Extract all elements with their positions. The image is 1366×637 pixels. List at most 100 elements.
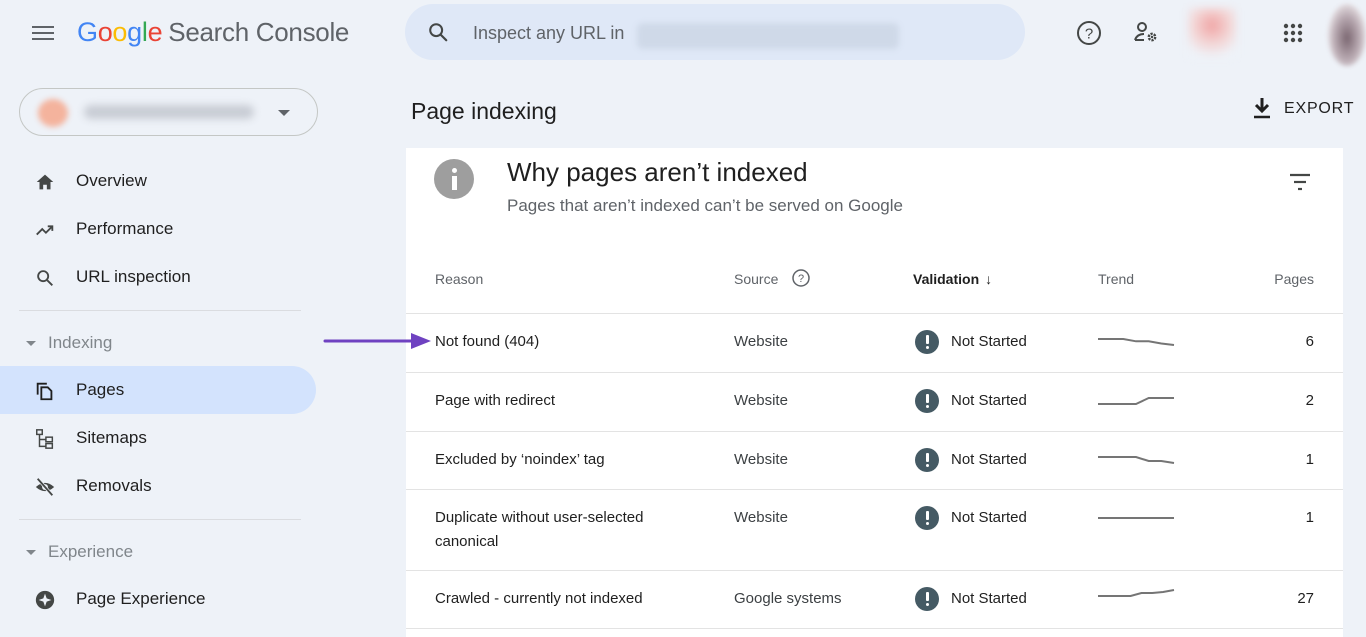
column-header-source[interactable]: Source bbox=[734, 271, 778, 287]
row-validation-status: Not Started bbox=[951, 590, 1027, 607]
row-reason: Duplicate without user-selected canonica… bbox=[435, 509, 644, 550]
table-row[interactable]: Not found (404) Website Not Started 6 bbox=[406, 313, 1343, 372]
sidebar-item-label: Page Experience bbox=[76, 589, 206, 608]
column-header-reason[interactable]: Reason bbox=[435, 271, 483, 287]
property-selector[interactable] bbox=[19, 88, 318, 136]
row-source: Website bbox=[734, 333, 788, 350]
sidebar-item-sitemaps[interactable]: Sitemaps bbox=[0, 414, 316, 462]
column-header-pages[interactable]: Pages bbox=[1274, 271, 1314, 287]
trend-line bbox=[1098, 338, 1175, 346]
logo-letter: o bbox=[112, 17, 128, 47]
row-validation-status: Not Started bbox=[951, 451, 1027, 468]
section-label: Experience bbox=[48, 542, 134, 561]
row-pages-count: 27 bbox=[1297, 590, 1314, 607]
url-inspection-search[interactable]: Inspect any URL in bbox=[405, 4, 1025, 60]
help-icon[interactable]: ? bbox=[791, 268, 811, 288]
sidebar-divider bbox=[19, 519, 301, 520]
row-reason: Not found (404) bbox=[435, 333, 540, 350]
user-settings-icon[interactable] bbox=[1131, 18, 1161, 48]
sidebar-item-label: Pages bbox=[76, 380, 125, 399]
filter-icon[interactable] bbox=[1288, 172, 1312, 192]
sidebar-item-pages[interactable]: Pages bbox=[0, 366, 316, 414]
export-label: EXPORT bbox=[1284, 100, 1355, 117]
row-validation-status: Not Started bbox=[951, 509, 1027, 526]
home-icon bbox=[36, 174, 54, 190]
redacted-property-name bbox=[84, 105, 254, 119]
alert-exclamation-icon bbox=[915, 587, 939, 611]
sidebar-item-url-inspection[interactable]: URL inspection bbox=[0, 253, 316, 301]
logo-letter: o bbox=[97, 17, 113, 47]
why-not-indexed-card: Why pages aren’t indexed Pages that aren… bbox=[406, 148, 1343, 637]
table-row[interactable]: Excluded by ‘noindex’ tag Website Not St… bbox=[406, 431, 1343, 489]
row-validation-status: Not Started bbox=[951, 392, 1027, 409]
trend-sparkline bbox=[1098, 456, 1175, 464]
arrow-down-icon: ↓ bbox=[985, 271, 993, 287]
redacted-badge bbox=[1188, 8, 1236, 58]
table-row[interactable]: Duplicate without user-selected canonica… bbox=[406, 489, 1343, 570]
trend-line bbox=[1098, 589, 1175, 597]
sidebar-item-overview[interactable]: Overview bbox=[0, 157, 316, 205]
download-icon bbox=[1254, 98, 1270, 119]
trending-up-icon bbox=[36, 225, 54, 236]
sidebar-item-label: Overview bbox=[76, 171, 147, 190]
visibility-off-icon bbox=[35, 477, 55, 497]
sidebar-item-page-experience[interactable]: Page Experience bbox=[0, 575, 316, 623]
card-subtitle: Pages that aren’t indexed can’t be serve… bbox=[507, 196, 903, 215]
row-validation-status: Not Started bbox=[951, 333, 1027, 350]
trend-sparkline bbox=[1098, 517, 1174, 519]
alert-exclamation-icon bbox=[915, 506, 939, 530]
trend-sparkline bbox=[1098, 589, 1175, 597]
row-pages-count: 6 bbox=[1305, 333, 1314, 350]
sidebar-item-removals[interactable]: Removals bbox=[0, 462, 316, 510]
row-pages-count: 2 bbox=[1305, 392, 1314, 409]
search-icon bbox=[429, 23, 448, 42]
section-label: Indexing bbox=[48, 333, 113, 352]
page-experience-icon bbox=[35, 590, 55, 610]
card-title: Why pages aren’t indexed bbox=[507, 157, 808, 187]
row-source: Website bbox=[734, 509, 788, 526]
pages-copy-icon bbox=[36, 382, 53, 401]
trend-line bbox=[1098, 397, 1174, 405]
page-title: Page indexing bbox=[411, 98, 557, 124]
logo-letter: G bbox=[77, 17, 98, 47]
sitemap-icon bbox=[36, 429, 54, 449]
redacted-property-url bbox=[637, 23, 899, 49]
apps-grid-icon[interactable] bbox=[1278, 18, 1308, 48]
row-reason: Excluded by ‘noindex’ tag bbox=[435, 451, 605, 468]
sidebar-item-label: Removals bbox=[76, 476, 152, 495]
row-pages-count: 1 bbox=[1305, 451, 1314, 468]
sidebar-item-label: Sitemaps bbox=[76, 428, 147, 447]
search-console-logo[interactable]: Google Search Console bbox=[77, 17, 349, 48]
alert-exclamation-icon bbox=[915, 330, 939, 354]
column-header-trend: Trend bbox=[1098, 271, 1135, 287]
product-name: Search Console bbox=[168, 17, 350, 47]
column-header-label: Validation bbox=[913, 271, 980, 287]
help-icon[interactable]: ? bbox=[1074, 18, 1104, 48]
sidebar-item-performance[interactable]: Performance bbox=[0, 205, 316, 253]
sidebar-item-label: URL inspection bbox=[76, 267, 191, 286]
annotation-arrow bbox=[323, 333, 431, 349]
app-header: Google Search Console Inspect any URL in … bbox=[0, 0, 1366, 70]
trend-line bbox=[1098, 456, 1175, 464]
logo-letter: g bbox=[127, 17, 142, 47]
property-favicon bbox=[38, 99, 68, 127]
account-avatar[interactable] bbox=[1328, 4, 1366, 66]
row-source: Website bbox=[734, 451, 788, 468]
sidebar-divider bbox=[19, 310, 301, 311]
search-input-placeholder[interactable]: Inspect any URL in bbox=[473, 23, 624, 44]
alert-exclamation-icon bbox=[915, 389, 939, 413]
menu-icon[interactable] bbox=[30, 22, 56, 46]
column-header-validation[interactable]: Validation ↓ bbox=[913, 271, 992, 287]
trend-sparkline bbox=[1098, 397, 1174, 405]
caret-down-icon bbox=[26, 550, 36, 555]
trend-sparkline bbox=[1098, 338, 1175, 346]
row-reason: Crawled - currently not indexed bbox=[435, 590, 643, 607]
table-row[interactable]: Page with redirect Website Not Started 2 bbox=[406, 372, 1343, 431]
row-reason: Page with redirect bbox=[435, 392, 556, 409]
info-icon bbox=[434, 159, 474, 199]
svg-text:?: ? bbox=[798, 273, 804, 285]
search-icon bbox=[37, 270, 53, 286]
alert-exclamation-icon bbox=[915, 448, 939, 472]
table-row[interactable]: Crawled - currently not indexed Google s… bbox=[406, 570, 1343, 628]
row-pages-count: 1 bbox=[1305, 509, 1314, 526]
